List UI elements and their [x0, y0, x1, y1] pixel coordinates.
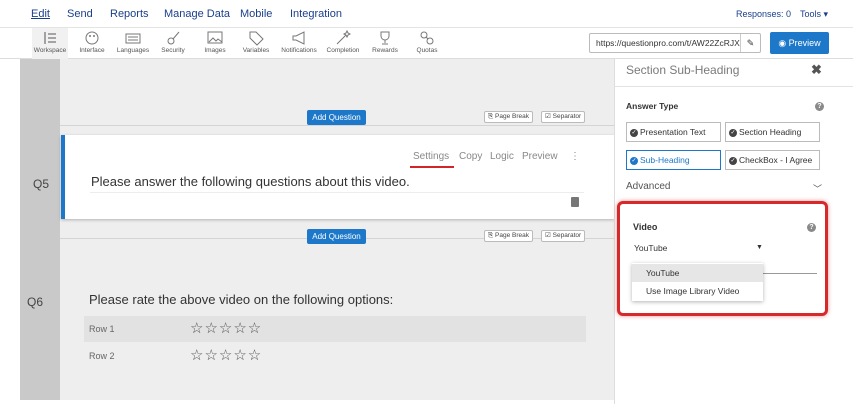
settings-highlight-underline: [410, 166, 454, 168]
tool-notifications[interactable]: Notifications: [278, 28, 320, 59]
question-number-q5: Q5: [33, 177, 50, 191]
pencil-icon[interactable]: ✎: [740, 34, 760, 52]
check-circle-icon: ✓: [630, 156, 638, 165]
separator-button[interactable]: ☑ Separator: [541, 111, 586, 123]
section-divider: [60, 125, 614, 126]
survey-editor: Edit Send Reports Manage Data Mobile Int…: [0, 0, 853, 404]
video-source-select[interactable]: YouTube: [634, 243, 667, 253]
logic-link[interactable]: Logic: [490, 151, 514, 162]
check-circle-icon: ✓: [729, 156, 737, 165]
answer-type-presentation-text[interactable]: ✓ Presentation Text: [626, 122, 721, 142]
settings-link[interactable]: Settings: [413, 151, 449, 162]
page-break-button[interactable]: ⎘ Page Break: [484, 230, 533, 242]
advanced-section-toggle[interactable]: Advanced: [626, 181, 670, 192]
check-circle-icon: ✓: [729, 128, 737, 137]
trophy-icon: [380, 31, 390, 45]
preview-button[interactable]: ◉ Preview: [770, 32, 829, 54]
image-icon: [207, 31, 223, 44]
guitar-icon: [167, 31, 180, 45]
video-source-dropdown: YouTube Use Image Library Video: [632, 263, 763, 301]
question-number-q6: Q6: [27, 295, 44, 309]
menu-reports[interactable]: Reports: [110, 8, 149, 20]
star-rating[interactable]: ☆☆☆☆☆: [190, 319, 262, 337]
answer-type-section-heading[interactable]: ✓ Section Heading: [725, 122, 820, 142]
video-label: Video: [633, 222, 658, 232]
answer-type-checkbox-i-agree[interactable]: ✓ CheckBox - I Agree: [725, 150, 820, 170]
tools-menu[interactable]: Tools ▾: [800, 9, 828, 20]
add-question-button[interactable]: Add Question: [307, 110, 366, 125]
survey-url-field[interactable]: https://questionpro.com/t/AW22ZcRJX ✎: [589, 33, 761, 53]
top-menu-bar: Edit Send Reports Manage Data Mobile Int…: [0, 0, 853, 28]
menu-mobile[interactable]: Mobile: [240, 8, 272, 20]
close-icon[interactable]: ✖: [811, 62, 822, 78]
panel-title: Section Sub-Heading: [626, 63, 740, 77]
add-question-button[interactable]: Add Question: [307, 229, 366, 244]
check-circle-icon: ✓: [630, 128, 638, 137]
question-text-q5[interactable]: Please answer the following questions ab…: [91, 174, 410, 189]
copy-link[interactable]: Copy: [459, 151, 482, 162]
workspace-icon: [44, 32, 56, 44]
caret-down-icon[interactable]: ▼: [756, 244, 763, 251]
panel-divider: [614, 86, 853, 87]
tool-security[interactable]: Security: [156, 28, 190, 59]
row-label: Row 2: [89, 351, 115, 361]
tag-icon: [249, 31, 264, 46]
tool-images[interactable]: Images: [198, 28, 232, 59]
answer-type-sub-heading[interactable]: ✓ Sub-Heading: [626, 150, 721, 170]
answer-type-label: Answer Type: [626, 101, 679, 111]
help-icon[interactable]: ?: [815, 102, 824, 111]
menu-edit[interactable]: Edit: [31, 8, 50, 20]
keyboard-icon: [125, 33, 141, 44]
tool-completion[interactable]: Completion: [324, 28, 362, 59]
tool-variables[interactable]: Variables: [238, 28, 274, 59]
tool-languages[interactable]: Languages: [114, 28, 152, 59]
question-gutter: [20, 59, 60, 400]
menu-send[interactable]: Send: [67, 8, 93, 20]
magic-wand-icon: [336, 30, 351, 45]
select-underline: [760, 273, 817, 274]
preview-link[interactable]: Preview: [522, 151, 558, 162]
tool-rewards[interactable]: Rewards: [368, 28, 402, 59]
chevron-down-icon[interactable]: ﹀: [813, 182, 822, 195]
row-label: Row 1: [89, 324, 115, 334]
dropdown-option-image-library-video[interactable]: Use Image Library Video: [632, 282, 763, 300]
tool-workspace[interactable]: Workspace: [32, 28, 68, 59]
separator-button[interactable]: ☑ Separator: [541, 230, 586, 242]
megaphone-icon: [292, 31, 305, 45]
dropdown-option-youtube[interactable]: YouTube: [632, 264, 763, 282]
star-rating[interactable]: ☆☆☆☆☆: [190, 346, 262, 364]
question-divider: [90, 192, 584, 193]
quota-icon: [420, 31, 434, 45]
table-row: Row 2 ☆☆☆☆☆: [84, 343, 586, 369]
trash-icon[interactable]: [571, 197, 579, 207]
page-break-button[interactable]: ⎘ Page Break: [484, 111, 533, 123]
palette-icon: [85, 31, 99, 45]
question-text-q6[interactable]: Please rate the above video on the follo…: [89, 292, 393, 307]
help-icon[interactable]: ?: [807, 223, 816, 232]
more-options-icon[interactable]: ⋮: [570, 151, 580, 162]
menu-manage-data[interactable]: Manage Data: [164, 8, 230, 20]
menu-integration[interactable]: Integration: [290, 8, 342, 20]
responses-count[interactable]: Responses: 0: [736, 9, 791, 19]
tool-interface[interactable]: Interface: [74, 28, 110, 59]
table-row: Row 1 ☆☆☆☆☆: [84, 316, 586, 342]
tool-quotas[interactable]: Quotas: [410, 28, 444, 59]
